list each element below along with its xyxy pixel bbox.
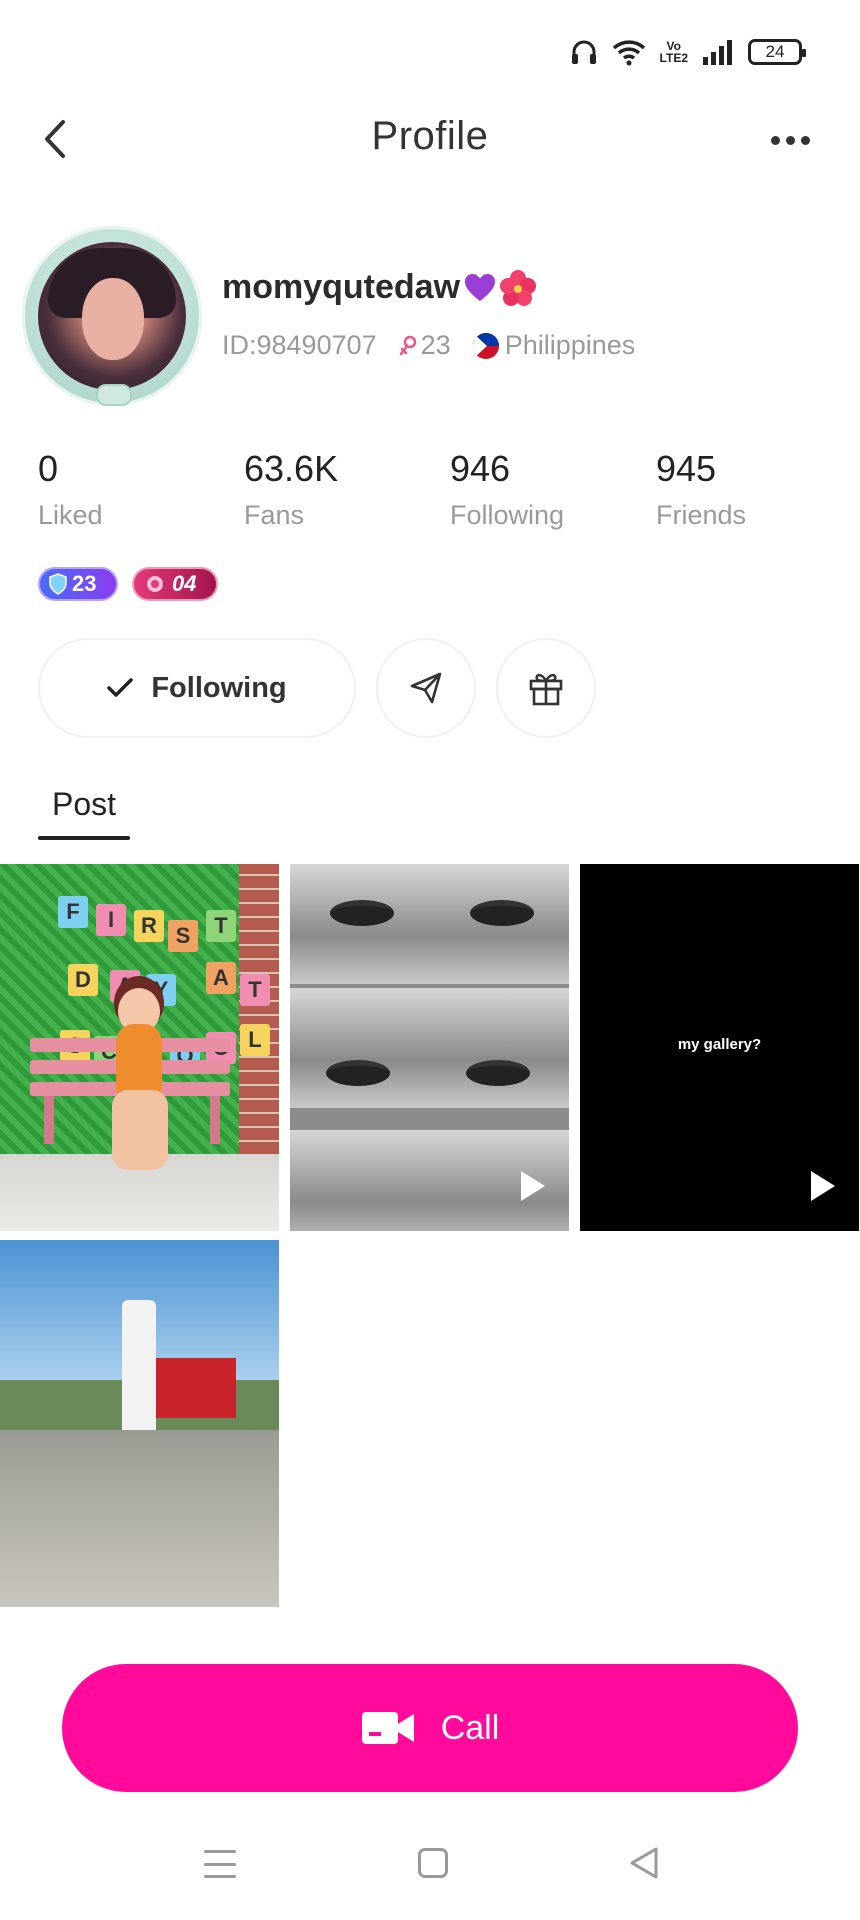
post-letter: F bbox=[58, 896, 88, 928]
badges-row: 23 04 bbox=[38, 567, 218, 601]
stat-label: Fans bbox=[244, 500, 305, 530]
volte-icon: Vo LTE2 bbox=[660, 40, 688, 64]
post-thumbnail[interactable]: my gallery? bbox=[580, 864, 859, 1231]
user-id: ID:98490707 bbox=[222, 330, 377, 360]
battery-icon: 24 bbox=[748, 39, 806, 65]
post-letter: R bbox=[134, 910, 164, 942]
post-letter: O bbox=[206, 1032, 236, 1064]
more-button[interactable] bbox=[760, 122, 820, 158]
send-icon bbox=[410, 672, 442, 704]
tab-post[interactable]: Post bbox=[38, 786, 130, 823]
more-dot bbox=[785, 135, 795, 145]
more-dot bbox=[770, 135, 780, 145]
play-icon bbox=[521, 1171, 545, 1201]
stat-friends[interactable]: 945 Friends bbox=[656, 448, 860, 531]
post-letter: S bbox=[60, 1030, 90, 1062]
gift-icon bbox=[529, 673, 563, 706]
volte-label-bottom: LTE2 bbox=[659, 51, 688, 65]
post-letter: O bbox=[170, 1040, 200, 1072]
shield-icon bbox=[49, 573, 67, 595]
avatar[interactable] bbox=[20, 224, 216, 410]
stat-liked[interactable]: 0 Liked bbox=[38, 448, 244, 531]
call-button[interactable]: Call bbox=[62, 1664, 798, 1792]
status-bar: Vo LTE2 24 bbox=[0, 0, 860, 110]
post-letter: T bbox=[240, 974, 270, 1006]
stat-label: Friends bbox=[656, 500, 747, 530]
level-badge[interactable]: 23 bbox=[38, 567, 118, 601]
page-title: Profile bbox=[371, 114, 489, 158]
play-icon bbox=[811, 1171, 835, 1201]
username-text: momyqutedaw bbox=[222, 268, 461, 306]
female-icon bbox=[399, 335, 416, 355]
post-letter: T bbox=[206, 910, 236, 942]
purple-heart-icon bbox=[465, 273, 496, 301]
check-icon bbox=[107, 678, 134, 697]
following-label: Following bbox=[151, 671, 287, 704]
stat-following[interactable]: 946 Following bbox=[450, 448, 656, 531]
vip-value: 04 bbox=[172, 571, 197, 596]
home-icon[interactable] bbox=[418, 1848, 448, 1878]
call-label: Call bbox=[440, 1708, 500, 1747]
system-nav-bar bbox=[0, 1830, 860, 1920]
battery-level: 24 bbox=[765, 42, 785, 61]
menu-icon[interactable] bbox=[204, 1850, 236, 1878]
more-dot bbox=[800, 135, 810, 145]
header: Profile bbox=[0, 100, 860, 180]
stats-row: 0 Liked 63.6K Fans 946 Following 945 Fri… bbox=[38, 448, 860, 531]
stat-label: Liked bbox=[38, 500, 103, 530]
back-triangle-icon[interactable] bbox=[628, 1846, 660, 1880]
philippines-flag-icon bbox=[472, 332, 499, 359]
stat-value: 946 bbox=[450, 448, 511, 489]
stat-value: 63.6K bbox=[244, 448, 339, 489]
headphones-icon bbox=[571, 40, 596, 64]
post-letter: S bbox=[168, 920, 198, 952]
post-thumbnail[interactable]: F I R S T D A Y A T S C O O L bbox=[0, 864, 279, 1231]
avatar-frame-bow bbox=[96, 384, 132, 406]
video-camera-icon bbox=[361, 1712, 414, 1744]
avatar-photo bbox=[38, 242, 186, 390]
post-caption: my gallery? bbox=[677, 1036, 762, 1053]
gender-age: 23 bbox=[399, 330, 451, 361]
post-letter: A bbox=[206, 962, 236, 994]
stat-fans[interactable]: 63.6K Fans bbox=[244, 448, 450, 531]
post-letter: L bbox=[240, 1024, 270, 1056]
vip-badge[interactable]: 04 bbox=[132, 567, 218, 601]
post-thumbnail[interactable] bbox=[0, 1240, 279, 1607]
profile-meta: ID:98490707 23 Philippines bbox=[222, 330, 635, 361]
stat-value: 945 bbox=[656, 448, 717, 489]
username: momyqutedaw bbox=[222, 268, 537, 307]
post-thumbnail[interactable] bbox=[290, 864, 569, 1231]
tab-indicator bbox=[38, 836, 130, 840]
post-letter: I bbox=[96, 904, 126, 936]
stat-value: 0 bbox=[38, 448, 59, 489]
stat-label: Following bbox=[450, 500, 565, 530]
following-button[interactable]: Following bbox=[38, 638, 356, 738]
country: Philippines bbox=[504, 330, 636, 360]
age: 23 bbox=[420, 330, 451, 360]
hibiscus-icon bbox=[500, 269, 537, 306]
share-button[interactable] bbox=[376, 638, 476, 738]
level-value: 23 bbox=[72, 571, 97, 596]
crown-icon bbox=[147, 576, 163, 592]
wifi-icon bbox=[612, 40, 645, 66]
post-letter: D bbox=[68, 964, 98, 996]
gift-button[interactable] bbox=[496, 638, 596, 738]
signal-icon bbox=[703, 40, 732, 65]
